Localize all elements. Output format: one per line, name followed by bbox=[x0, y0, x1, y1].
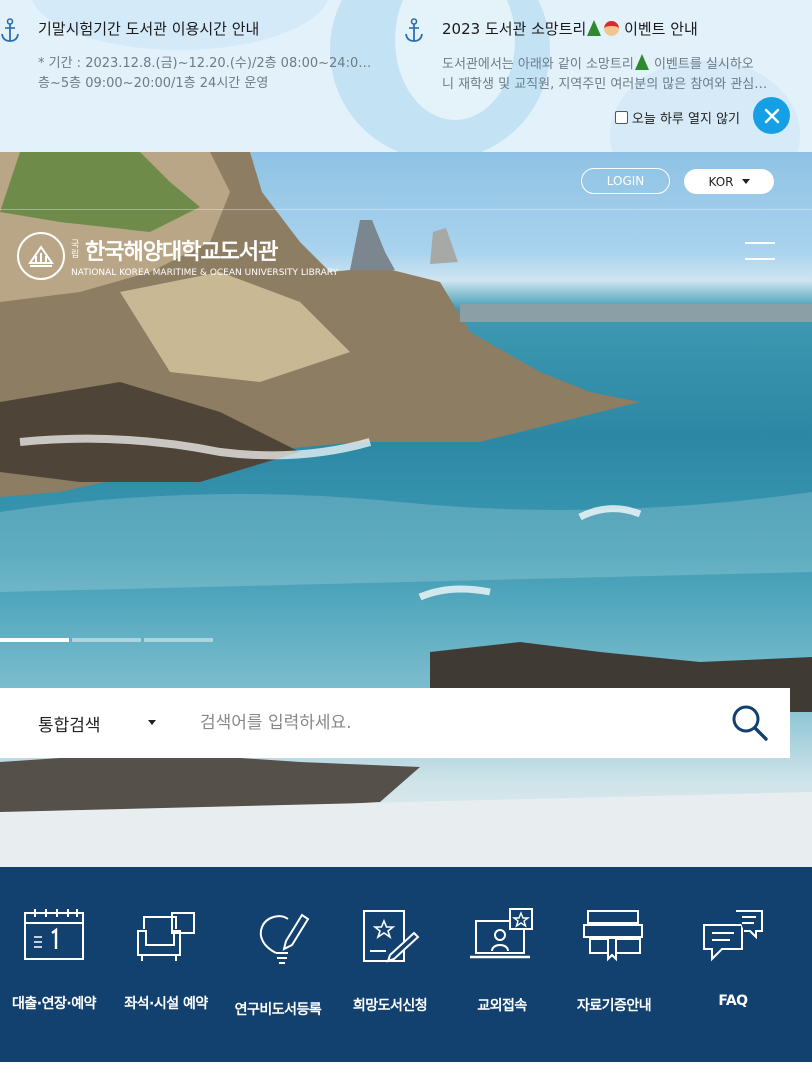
search-scope-select[interactable]: 통합검색 bbox=[0, 711, 160, 736]
anchor-icon bbox=[405, 18, 423, 42]
search-scope-label: 통합검색 bbox=[38, 715, 101, 736]
slider-dot[interactable] bbox=[0, 638, 69, 642]
quick-menu-item-loan[interactable]: 대출·연장·예약 bbox=[0, 907, 110, 1013]
quick-menu-item-wish-book[interactable]: 희망도서신청 bbox=[334, 907, 446, 1015]
dont-show-today-checkbox[interactable]: 오늘 하루 열지 않기 bbox=[614, 108, 740, 127]
popup-close-button[interactable] bbox=[753, 97, 790, 134]
close-icon bbox=[764, 108, 779, 123]
remote-laptop-icon bbox=[470, 908, 533, 959]
dont-show-today-label[interactable]: 오늘 하루 열지 않기 bbox=[632, 108, 740, 127]
search-input[interactable] bbox=[200, 713, 700, 733]
login-button[interactable]: LOGIN bbox=[581, 168, 670, 194]
christmas-tree-icon bbox=[587, 20, 602, 36]
search-button[interactable] bbox=[730, 704, 770, 742]
slider-pagination bbox=[0, 638, 213, 642]
hamburger-line bbox=[745, 258, 775, 260]
quick-menu-label: FAQ bbox=[718, 993, 748, 1009]
anchor-icon bbox=[1, 18, 19, 42]
caret-down-icon bbox=[148, 719, 156, 725]
language-select[interactable]: KOR bbox=[684, 169, 774, 194]
sofa-icon bbox=[137, 912, 195, 961]
quick-menu-item-seat[interactable]: 좌석·시설 예약 bbox=[110, 907, 222, 1013]
slider-dot[interactable] bbox=[72, 638, 141, 642]
notice-body: 도서관에서는 아래와 같이 소망트리 이벤트를 실시하오 니 재학생 및 교직원… bbox=[442, 54, 782, 95]
logo-english-name: NATIONAL KOREA MARITIME & OCEAN UNIVERSI… bbox=[71, 268, 338, 278]
notice-body-line: * 기간 : 2023.12.8.(금)~12.20.(수)/2층 08:00~… bbox=[38, 56, 378, 71]
notice-title[interactable]: 기말시험기간 도서관 이용시간 안내 bbox=[38, 18, 259, 39]
logo-korean-name: 한국해양대학교도서관 bbox=[85, 240, 278, 265]
checkbox-box[interactable] bbox=[614, 111, 628, 124]
quick-menu-label: 교외접속 bbox=[477, 998, 527, 1014]
caret-down-icon bbox=[741, 179, 750, 184]
quick-menu-item-research-books[interactable]: 연구비도서등록 bbox=[222, 907, 334, 1019]
quick-menu-item-remote-access[interactable]: 교외접속 bbox=[446, 907, 558, 1015]
notice-body-text: 도서관에서는 아래와 같이 소망트리 bbox=[442, 57, 634, 72]
notice-body-line: 니 재학생 및 교직원, 지역주민 여러분의 많은 참여와 관심… bbox=[442, 77, 768, 92]
library-logo[interactable]: 국립 한국해양대학교도서관 NATIONAL KOREA MARITIME & … bbox=[17, 232, 338, 280]
logo-national-mark: 국립 bbox=[71, 240, 79, 260]
top-utility-bar: LOGIN KOR bbox=[0, 152, 812, 210]
university-emblem-icon bbox=[17, 232, 65, 280]
quick-menu-label: 연구비도서등록 bbox=[234, 1002, 322, 1018]
hamburger-menu-button[interactable] bbox=[745, 242, 775, 260]
notice-body-line: 층~5층 09:00~20:00/1층 24시간 운영 bbox=[38, 76, 269, 91]
page-bottom-area bbox=[0, 1062, 812, 1080]
notice-title-text: 2023 도서관 소망트리 bbox=[442, 20, 587, 38]
notice-title-text: 이벤트 안내 bbox=[619, 20, 698, 38]
book-pen-icon bbox=[363, 910, 420, 963]
language-label: KOR bbox=[708, 174, 734, 189]
hero-visual: LOGIN KOR 국립 한국해양대학교도서관 NATIONAL KOREA M… bbox=[0, 152, 812, 867]
bulb-pen-icon bbox=[259, 913, 310, 964]
quick-menu-label: 좌석·시설 예약 bbox=[124, 996, 208, 1012]
search-icon bbox=[732, 705, 768, 741]
santa-icon bbox=[604, 21, 620, 36]
quick-menu-label: 희망도서신청 bbox=[352, 998, 428, 1014]
quick-menu-label: 자료기증안내 bbox=[576, 998, 652, 1014]
logo-text: 국립 한국해양대학교도서관 NATIONAL KOREA MARITIME & … bbox=[71, 234, 338, 278]
notice-title[interactable]: 2023 도서관 소망트리 이벤트 안내 bbox=[442, 18, 698, 39]
hamburger-line bbox=[745, 242, 775, 244]
notice-item-wish-tree[interactable]: 2023 도서관 소망트리 이벤트 안내 도서관에서는 아래와 같이 소망트리 … bbox=[404, 14, 794, 104]
notice-item-exam-hours[interactable]: 기말시험기간 도서관 이용시간 안내 * 기간 : 2023.12.8.(금)~… bbox=[0, 14, 390, 104]
quick-menu: 대출·연장·예약 좌석·시설 예약 연구비도서등록 희망도서신청 교외접속 자료… bbox=[0, 867, 812, 1062]
quick-menu-label: 대출·연장·예약 bbox=[12, 996, 96, 1012]
notice-popup: 기말시험기간 도서관 이용시간 안내 * 기간 : 2023.12.8.(금)~… bbox=[0, 0, 812, 152]
notice-body: * 기간 : 2023.12.8.(금)~12.20.(수)/2층 08:00~… bbox=[38, 54, 378, 94]
chat-icon bbox=[703, 910, 763, 962]
books-icon bbox=[583, 910, 643, 962]
calendar-icon bbox=[24, 909, 84, 960]
quick-menu-item-faq[interactable]: FAQ bbox=[677, 907, 789, 1009]
christmas-tree-icon bbox=[634, 54, 649, 70]
integrated-search-bar: 통합검색 bbox=[0, 688, 790, 758]
notice-body-line: 도서관에서는 아래와 같이 소망트리 이벤트를 실시하오 bbox=[442, 54, 782, 75]
notice-body-text: 이벤트를 실시하오 bbox=[649, 57, 754, 72]
quick-menu-item-donation[interactable]: 자료기증안내 bbox=[558, 907, 670, 1015]
slider-dot[interactable] bbox=[144, 638, 213, 642]
